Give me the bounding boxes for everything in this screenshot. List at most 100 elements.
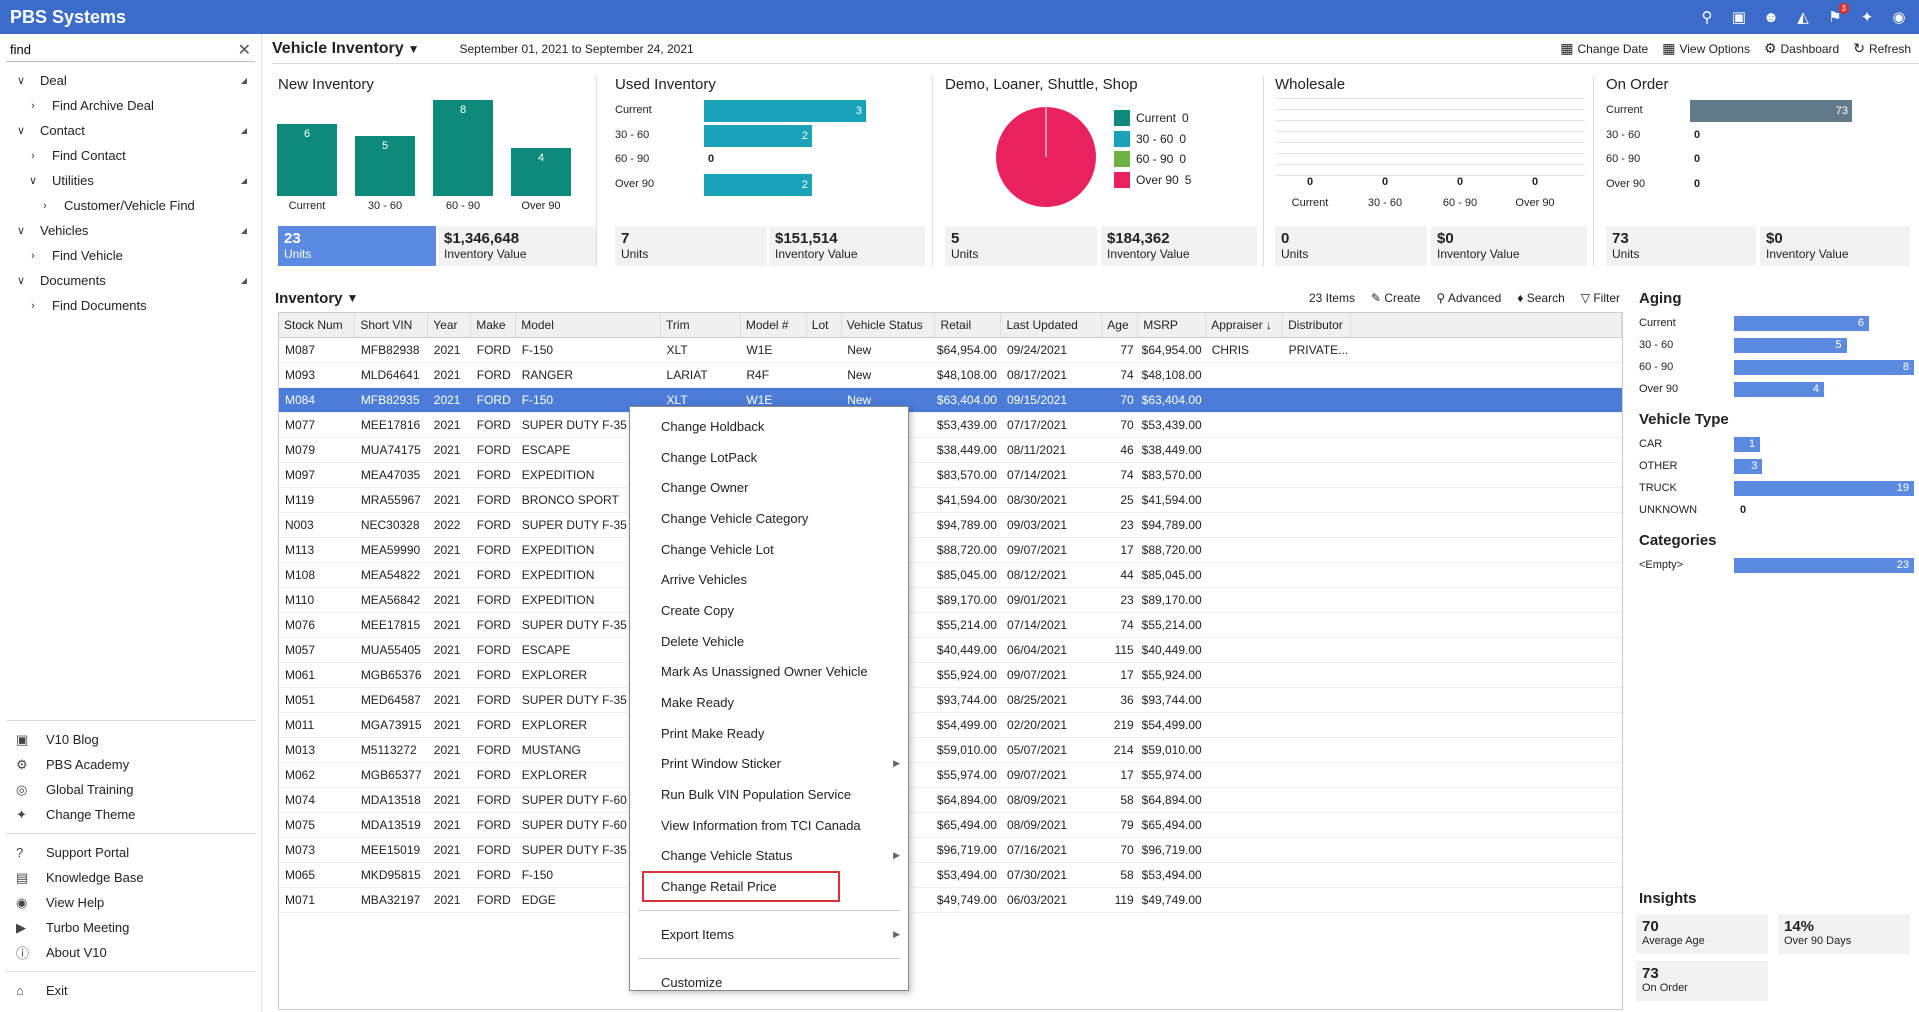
menu-item-print-window-sticker[interactable]: Print Window Sticker ▶ [630, 749, 908, 780]
page-title[interactable]: Vehicle Inventory [272, 40, 404, 58]
create-button[interactable]: ✎ Create [1371, 291, 1420, 305]
used-value-tile[interactable]: $151,514 Inventory Value [769, 226, 925, 266]
menu-item-customize[interactable]: Customize [630, 967, 908, 998]
collapse-icon[interactable]: ◢ [241, 126, 247, 135]
dashboard-button[interactable]: ⚙ Dashboard [1764, 40, 1839, 57]
chevron-right-icon[interactable]: › [24, 250, 42, 262]
menu-item-change-vehicle-lot[interactable]: Change Vehicle Lot [630, 534, 908, 565]
filter-button[interactable]: ▽ Filter [1581, 291, 1620, 305]
table-row[interactable]: M093 MLD64641 2021 FORD RANGER LARIAT R4F New $4… [279, 362, 1622, 388]
menu-item-view-information-from-tci-canada[interactable]: View Information from TCI Canada [630, 810, 908, 841]
view-options-button[interactable]: ▦ View Options [1662, 40, 1750, 57]
menu-item-run-bulk-vin-population-service[interactable]: Run Bulk VIN Population Service [630, 779, 908, 810]
chat-icon[interactable]: ▣ [1729, 7, 1749, 27]
link-turbo-meeting[interactable]: ▶ Turbo Meeting [0, 915, 262, 940]
link-view-help[interactable]: ◉ View Help [0, 890, 262, 915]
bar-current[interactable]: 73 [1690, 100, 1852, 122]
table-row[interactable]: M057 MUA55405 2021 FORD ESCAPE $40,449.00 06/0… [279, 637, 1622, 663]
exit-link[interactable]: ⌂ Exit [0, 978, 262, 1003]
menu-item-change-retail-price[interactable]: Change Retail Price [642, 871, 840, 902]
chevron-down-icon[interactable]: ∨ [12, 124, 30, 137]
table-row[interactable]: M071 MBA32197 2021 FORD EDGE $49,749.00 06/03/… [279, 887, 1622, 913]
link-about-v10[interactable]: ⓘ About V10 [0, 940, 262, 965]
collapse-icon[interactable]: ◢ [241, 76, 247, 85]
column-header-short-vin[interactable]: Short VIN [354, 313, 429, 338]
column-header-retail[interactable]: Retail [934, 313, 1002, 338]
row-empty[interactable]: <Empty> 23 [1636, 555, 1916, 577]
nav-item-customer-vehicle-find[interactable]: › Customer/Vehicle Find [0, 193, 261, 218]
column-header-appraiser[interactable]: Appraiser ↓ [1205, 313, 1284, 338]
menu-item-export-items[interactable]: Export Items ▶ [630, 919, 908, 950]
column-header-vehicle-status[interactable]: Vehicle Status [841, 313, 936, 338]
menu-item-make-ready[interactable]: Make Ready [630, 687, 908, 718]
over-90-tile[interactable]: 14% Over 90 Days [1778, 914, 1910, 954]
row-car[interactable]: CAR 1 [1636, 434, 1916, 456]
column-header-distributor[interactable]: Distributor [1282, 313, 1352, 338]
row-truck[interactable]: TRUCK 19 [1636, 478, 1916, 500]
clear-search-icon[interactable]: ✕ [234, 40, 255, 60]
bar-current[interactable]: 3 [704, 100, 866, 122]
table-row[interactable]: M108 MEA54822 2021 FORD EXPEDITION $85,045.00… [279, 562, 1622, 588]
nav-item-find-archive-deal[interactable]: › Find Archive Deal [0, 93, 261, 118]
search-icon[interactable]: ⚲ [1697, 7, 1717, 27]
column-header-make[interactable]: Make [470, 313, 517, 338]
menu-item-mark-as-unassigned-owner-vehicle[interactable]: Mark As Unassigned Owner Vehicle [630, 657, 908, 688]
link-pbs-academy[interactable]: ⚙ PBS Academy [0, 752, 262, 777]
column-header-lot[interactable]: Lot [806, 313, 842, 338]
nav-item-utilities[interactable]: ∨ Utilities ◢ [0, 168, 261, 193]
table-row[interactable]: M113 MEA59990 2021 FORD EXPEDITION $88,720.00… [279, 537, 1622, 563]
link-change-theme[interactable]: ✦ Change Theme [0, 802, 262, 827]
table-row[interactable]: M011 MGA73915 2021 FORD EXPLORER $54,499.00 02… [279, 712, 1622, 738]
table-row[interactable]: M079 MUA74175 2021 FORD ESCAPE $38,449.00 08/1… [279, 437, 1622, 463]
demo-value-tile[interactable]: $184,362 Inventory Value [1101, 226, 1257, 266]
column-header-model[interactable]: Model [515, 313, 662, 338]
menu-item-change-lotpack[interactable]: Change LotPack [630, 442, 908, 473]
row-other[interactable]: OTHER 3 [1636, 456, 1916, 478]
table-row[interactable]: M051 MED64587 2021 FORD SUPER DUTY F-35 $93,7… [279, 687, 1622, 713]
chevron-right-icon[interactable]: › [24, 150, 42, 162]
menu-item-create-copy[interactable]: Create Copy [630, 595, 908, 626]
column-header-msrp[interactable]: MSRP [1137, 313, 1207, 338]
nav-item-find-contact[interactable]: › Find Contact [0, 143, 261, 168]
users-icon[interactable]: ☻ [1761, 7, 1781, 27]
link-support-portal[interactable]: ? Support Portal [0, 840, 262, 865]
table-row[interactable]: M119 MRA55967 2021 FORD BRONCO SPORT $41,594.… [279, 487, 1622, 513]
average-age-tile[interactable]: 70 Average Age [1636, 914, 1768, 954]
table-row[interactable]: M074 MDA13518 2021 FORD SUPER DUTY F-60 $64,8… [279, 787, 1622, 813]
menu-item-change-holdback[interactable]: Change Holdback [630, 411, 908, 442]
chevron-right-icon[interactable]: › [24, 300, 42, 312]
row-over-90[interactable]: Over 90 4 [1636, 379, 1916, 401]
row-current[interactable]: Current 6 [1636, 313, 1916, 335]
menu-item-change-owner[interactable]: Change Owner [630, 472, 908, 503]
table-row[interactable]: N003 NEC30328 2022 FORD SUPER DUTY F-35 $94,7… [279, 512, 1622, 538]
menu-item-arrive-vehicles[interactable]: Arrive Vehicles [630, 564, 908, 595]
chevron-down-icon[interactable]: ∨ [12, 74, 30, 87]
bar-over-90[interactable]: 2 [704, 173, 812, 196]
table-row[interactable]: M013 M5113272 2021 FORD MUSTANG $59,010.00 05/… [279, 737, 1622, 763]
table-row[interactable]: M076 MEE17815 2021 FORD SUPER DUTY F-35 $55,2… [279, 612, 1622, 638]
menu-item-print-make-ready[interactable]: Print Make Ready [630, 718, 908, 749]
wholesale-units-tile[interactable]: 0 Units [1275, 226, 1427, 266]
collapse-icon[interactable]: ◢ [241, 276, 247, 285]
link-knowledge-base[interactable]: ▤ Knowledge Base [0, 865, 262, 890]
bar-30-60[interactable]: 5 [355, 136, 415, 196]
table-row[interactable]: M087 MFB82938 2021 FORD F-150 XLT W1E New $64,95… [279, 337, 1622, 363]
nav-item-contact[interactable]: ∨ Contact ◢ [0, 118, 261, 143]
link-global-training[interactable]: ◎ Global Training [0, 777, 262, 802]
column-header-last-updated[interactable]: Last Updated [1000, 313, 1103, 338]
nav-item-vehicles[interactable]: ∨ Vehicles ◢ [0, 218, 261, 243]
new-units-tile[interactable]: 23 Units [278, 226, 436, 266]
table-row[interactable]: M110 MEA56842 2021 FORD EXPEDITION $89,170.00… [279, 587, 1622, 613]
advanced-button[interactable]: ⚲ Advanced [1436, 291, 1501, 305]
nav-item-documents[interactable]: ∨ Documents ◢ [0, 268, 261, 293]
table-row[interactable]: M061 MGB65376 2021 FORD EXPLORER $55,924.00 09… [279, 662, 1622, 688]
column-header-year[interactable]: Year [427, 313, 472, 338]
table-row[interactable]: M075 MDA13519 2021 FORD SUPER DUTY F-60 $65,4… [279, 812, 1622, 838]
search-input[interactable] [10, 42, 234, 57]
menu-item-delete-vehicle[interactable]: Delete Vehicle [630, 626, 908, 657]
chevron-down-icon[interactable]: ∨ [12, 274, 30, 287]
column-header-trim[interactable]: Trim [660, 313, 741, 338]
bar-current[interactable]: 6 [277, 124, 337, 196]
nav-item-find-documents[interactable]: › Find Documents [0, 293, 261, 318]
on-order-tile[interactable]: 73 On Order [1636, 961, 1768, 1001]
